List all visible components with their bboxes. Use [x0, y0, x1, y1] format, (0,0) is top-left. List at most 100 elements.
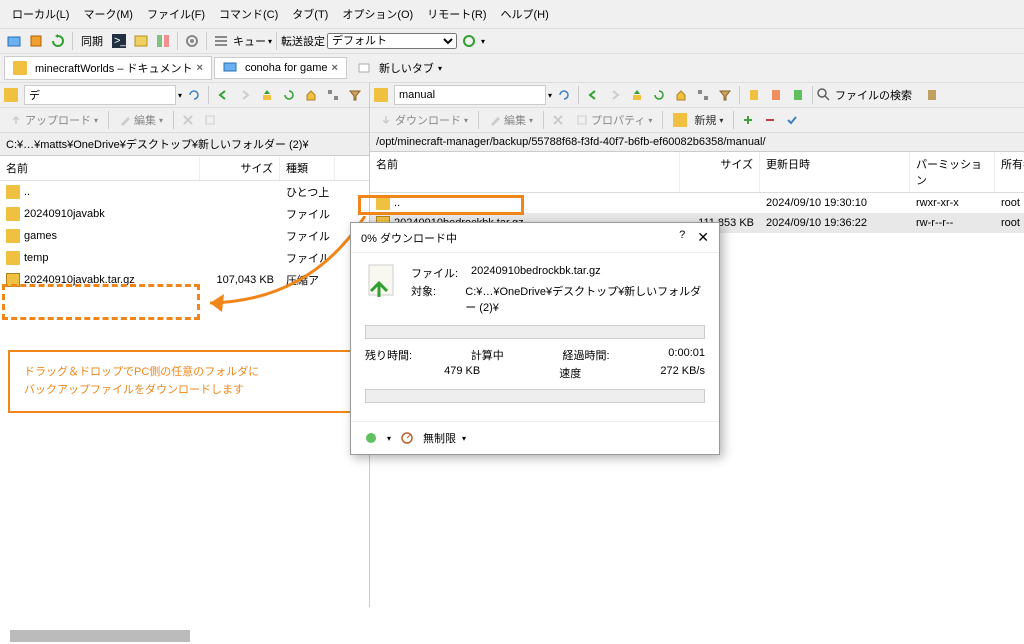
bookmark-icon[interactable]: [744, 85, 764, 105]
delete-icon[interactable]: [178, 110, 198, 130]
menu-tab[interactable]: タブ(T): [286, 4, 334, 24]
back-icon[interactable]: [583, 85, 603, 105]
bm2-icon[interactable]: [766, 85, 786, 105]
download-icon: [365, 263, 401, 317]
transfer-select[interactable]: デフォルト: [327, 33, 457, 49]
transfer-label: 転送設定: [281, 33, 325, 49]
check-icon[interactable]: [782, 110, 802, 130]
folder-icon: [673, 113, 687, 127]
folder-icon: [6, 229, 20, 243]
menu-remote[interactable]: リモート(R): [421, 4, 492, 24]
col-name[interactable]: 名前: [0, 156, 200, 180]
home-icon[interactable]: [301, 85, 321, 105]
upload-button[interactable]: アップロード▾: [4, 110, 104, 130]
menu-mark[interactable]: マーク(M): [77, 4, 139, 24]
col-name[interactable]: 名前: [370, 152, 680, 192]
local-path: C:¥…¥matts¥OneDrive¥デスクトップ¥新しいフォルダー (2)¥: [0, 133, 369, 156]
tab-conoha[interactable]: conoha for game ×: [214, 57, 347, 79]
main-toolbar: 同期 >_ キュー ▾ 転送設定 デフォルト ▾: [0, 29, 1024, 54]
menu-help[interactable]: ヘルプ(H): [495, 4, 555, 24]
terminal-icon[interactable]: >_: [109, 31, 129, 51]
edit-button[interactable]: 編集▾: [483, 110, 539, 130]
tree-icon[interactable]: [693, 85, 713, 105]
explorer-icon[interactable]: [131, 31, 151, 51]
new-tab-button[interactable]: 新しいタブ ▾: [349, 57, 450, 79]
queue-control: キュー ▾: [211, 31, 272, 51]
archive-icon: [6, 273, 20, 287]
remote-path: /opt/minecraft-manager/backup/55788f68-f…: [370, 133, 1024, 152]
refresh-icon[interactable]: [48, 31, 68, 51]
props-button[interactable]: プロパティ▾: [570, 110, 658, 130]
compare-icon[interactable]: [153, 31, 173, 51]
menu-local[interactable]: ローカル(L): [6, 4, 75, 24]
new-button[interactable]: 新規▾: [667, 110, 729, 130]
close-icon[interactable]: ✕: [697, 229, 709, 246]
sync-label[interactable]: 同期: [77, 33, 107, 49]
sync-browse-icon[interactable]: [554, 85, 574, 105]
menu-command[interactable]: コマンド(C): [213, 4, 284, 24]
col-type[interactable]: 種類: [280, 156, 335, 180]
up-icon[interactable]: [257, 85, 277, 105]
folder-icon: [13, 61, 27, 75]
up-icon[interactable]: [627, 85, 647, 105]
menu-file[interactable]: ファイル(F): [141, 4, 211, 24]
find-files[interactable]: ファイルの検索: [817, 87, 912, 103]
edit-button[interactable]: 編集▾: [113, 110, 169, 130]
list-item[interactable]: tempファイル: [0, 247, 369, 269]
home-icon[interactable]: [671, 85, 691, 105]
list-item[interactable]: ..2024/09/10 19:30:10rwxr-xr-xroot: [370, 193, 1024, 213]
minimize-icon[interactable]: [361, 428, 381, 448]
speed-icon[interactable]: [397, 428, 417, 448]
svg-text:>_: >_: [114, 35, 126, 47]
scrollbar[interactable]: [10, 630, 190, 642]
col-size[interactable]: サイズ: [200, 156, 280, 180]
filter-icon[interactable]: [715, 85, 735, 105]
folder-icon: [4, 88, 18, 102]
tab-minecraft[interactable]: minecraftWorlds – ドキュメント ×: [4, 56, 212, 80]
menu-option[interactable]: オプション(O): [336, 4, 419, 24]
help-icon[interactable]: ?: [679, 229, 685, 246]
list-item[interactable]: 20240910javabkファイル: [0, 203, 369, 225]
folder-icon: [374, 88, 388, 102]
bm4-icon[interactable]: [922, 85, 942, 105]
local-path-input[interactable]: [24, 85, 176, 105]
col-owner[interactable]: 所有者: [995, 152, 1024, 192]
download-button[interactable]: ダウンロード▾: [374, 110, 474, 130]
bm3-icon[interactable]: [788, 85, 808, 105]
close-icon[interactable]: ×: [197, 62, 203, 74]
remote-cols: 名前 サイズ 更新日時 パーミッション 所有者: [370, 152, 1024, 193]
minus-icon[interactable]: [760, 110, 780, 130]
col-date[interactable]: 更新日時: [760, 152, 910, 192]
gear-icon[interactable]: [182, 31, 202, 51]
list-item[interactable]: gamesファイル: [0, 225, 369, 247]
back-icon[interactable]: [213, 85, 233, 105]
remote-path-input[interactable]: [394, 85, 546, 105]
new-session-icon[interactable]: [4, 31, 24, 51]
menu-bar: ローカル(L) マーク(M) ファイル(F) コマンド(C) タブ(T) オプシ…: [0, 0, 1024, 29]
sync-browse-icon[interactable]: [184, 85, 204, 105]
filter-icon[interactable]: [345, 85, 365, 105]
local-actbar: アップロード▾ 編集▾: [0, 108, 369, 133]
refresh2-icon[interactable]: [649, 85, 669, 105]
col-size[interactable]: サイズ: [680, 152, 760, 192]
sites-icon[interactable]: [26, 31, 46, 51]
plus-icon[interactable]: [738, 110, 758, 130]
forward-icon[interactable]: [235, 85, 255, 105]
unlimited-label[interactable]: 無制限: [423, 430, 456, 446]
col-perm[interactable]: パーミッション: [910, 152, 995, 192]
tree-icon[interactable]: [323, 85, 343, 105]
up-folder-icon: [376, 196, 390, 210]
search-icon: [817, 88, 831, 102]
props-icon[interactable]: [200, 110, 220, 130]
queue-label: キュー: [233, 33, 266, 49]
list-item[interactable]: ..ひとつ上: [0, 181, 369, 203]
delete-icon[interactable]: [548, 110, 568, 130]
forward-icon[interactable]: [605, 85, 625, 105]
refresh2-icon[interactable]: [279, 85, 299, 105]
dialog-footer: ▾ 無制限 ▾: [351, 421, 719, 454]
up-folder-icon: [6, 185, 20, 199]
queue-icon[interactable]: [211, 31, 231, 51]
transfer-settings-icon[interactable]: [459, 31, 479, 51]
list-item[interactable]: 20240910javabk.tar.gz107,043 KB圧縮ア: [0, 269, 369, 291]
close-icon[interactable]: ×: [332, 62, 338, 74]
